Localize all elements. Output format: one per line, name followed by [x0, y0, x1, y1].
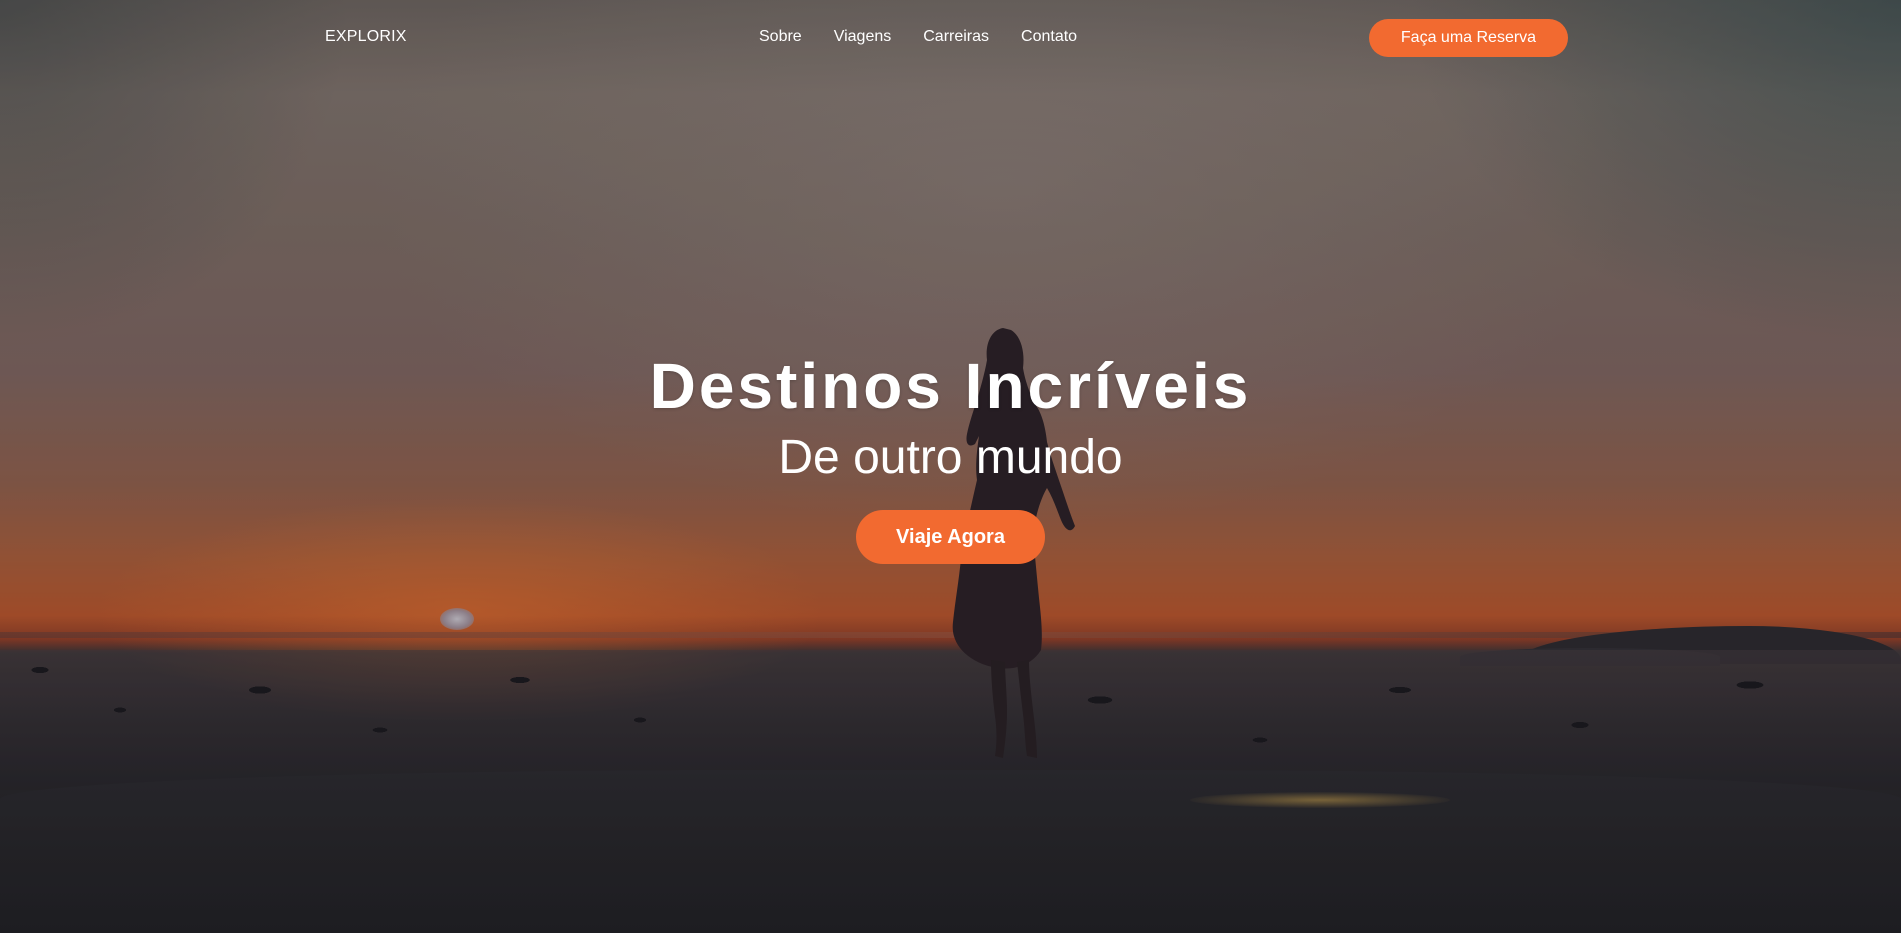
travel-now-button[interactable]: Viaje Agora	[856, 510, 1045, 564]
brand-logo[interactable]: EXPLORIX	[325, 28, 407, 46]
hero-subtitle: De outro mundo	[778, 431, 1123, 484]
book-reservation-button[interactable]: Faça uma Reserva	[1369, 19, 1568, 57]
hero-title: Destinos Incríveis	[649, 350, 1252, 422]
nav-link-contato[interactable]: Contato	[1021, 28, 1077, 46]
nav-link-carreiras[interactable]: Carreiras	[923, 28, 989, 46]
nav-links: Sobre Viagens Carreiras Contato	[759, 28, 1077, 46]
nav-link-sobre[interactable]: Sobre	[759, 28, 802, 46]
top-navbar: EXPLORIX Sobre Viagens Carreiras Contato…	[0, 0, 1901, 75]
hero-content: Destinos Incríveis De outro mundo Viaje …	[0, 346, 1901, 564]
nav-link-viagens[interactable]: Viagens	[834, 28, 892, 46]
